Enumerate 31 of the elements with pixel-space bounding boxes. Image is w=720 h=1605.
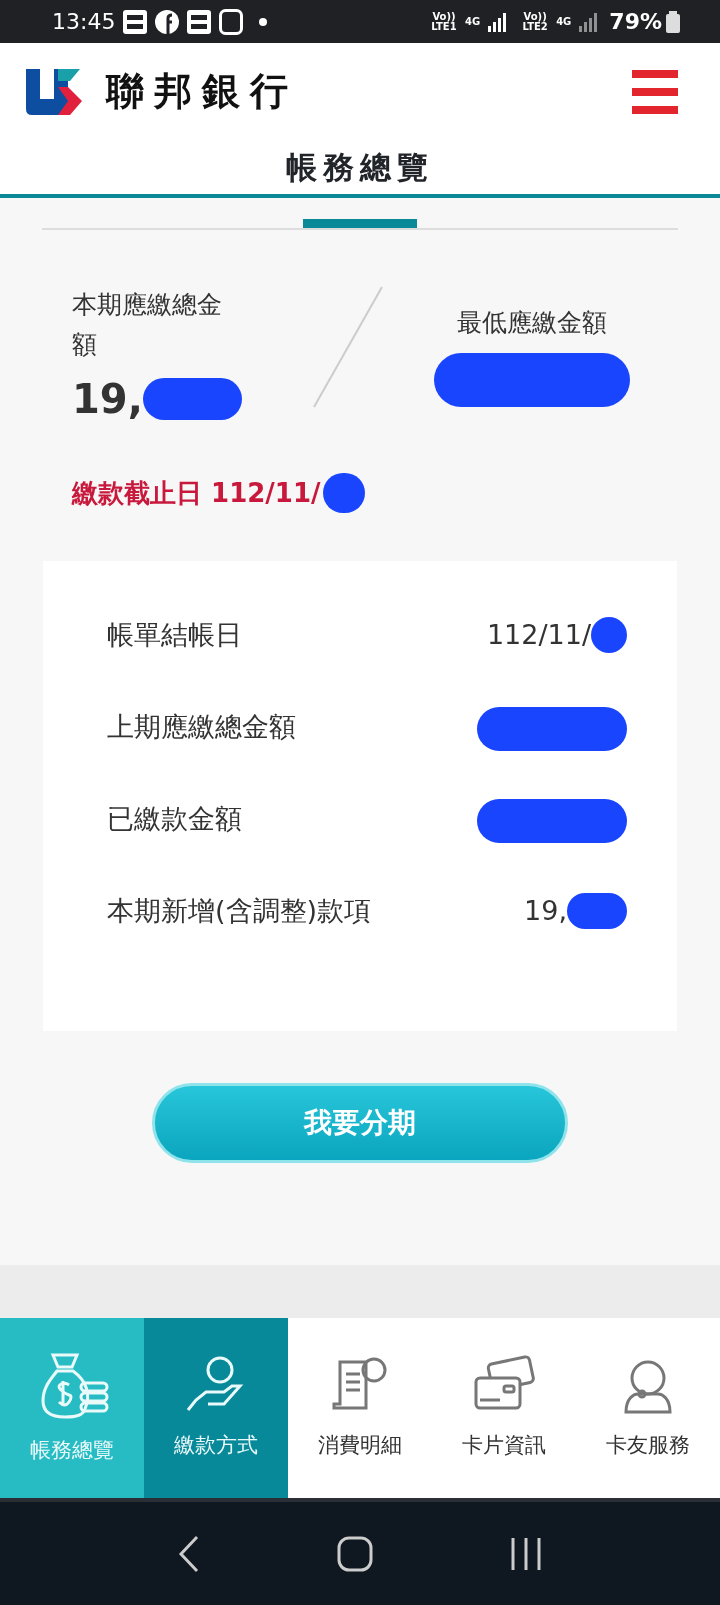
detail-label: 已繳款金額	[107, 802, 243, 836]
network-type: 4G	[465, 16, 481, 27]
home-icon[interactable]	[336, 1534, 374, 1573]
nav-tab[interactable]: 繳款方式	[144, 1318, 288, 1498]
app-notification-icon	[187, 9, 212, 34]
menu-icon[interactable]	[632, 69, 678, 114]
battery-icon	[666, 10, 680, 33]
social-app-icon	[155, 9, 180, 34]
app-notification-icon	[219, 8, 244, 35]
due-date: 繳款截止日 112/11/	[72, 476, 321, 510]
detail-value: 112/11/	[486, 618, 591, 652]
network-label: Vo)) LTE2	[521, 11, 549, 32]
minimum-amount-label: 最低應繳金額	[457, 307, 607, 339]
page-title: 帳務總覽	[286, 147, 434, 187]
redaction-mark	[591, 617, 627, 654]
bank-name: 聯邦銀行	[106, 68, 298, 115]
redaction-mark	[322, 473, 365, 513]
amount-value: 19,	[72, 375, 143, 424]
network-type: 4G	[556, 16, 572, 27]
amount-label: 本期應繳總金額	[72, 289, 223, 361]
battery-level: 79%	[609, 8, 662, 36]
network-label: Vo)) LTE1	[430, 11, 458, 32]
dot-icon	[259, 17, 268, 26]
app-notification-icon	[123, 9, 148, 34]
status-time: 13:45	[52, 8, 116, 36]
detail-value: 19,	[524, 894, 567, 928]
bank-logo	[26, 68, 82, 115]
detail-label: 本期新增(含調整)款項	[107, 894, 373, 928]
detail-label: 帳單結帳日	[107, 618, 243, 652]
detail-label: 上期應繳總金額	[107, 710, 297, 744]
redaction-mark	[567, 893, 627, 930]
